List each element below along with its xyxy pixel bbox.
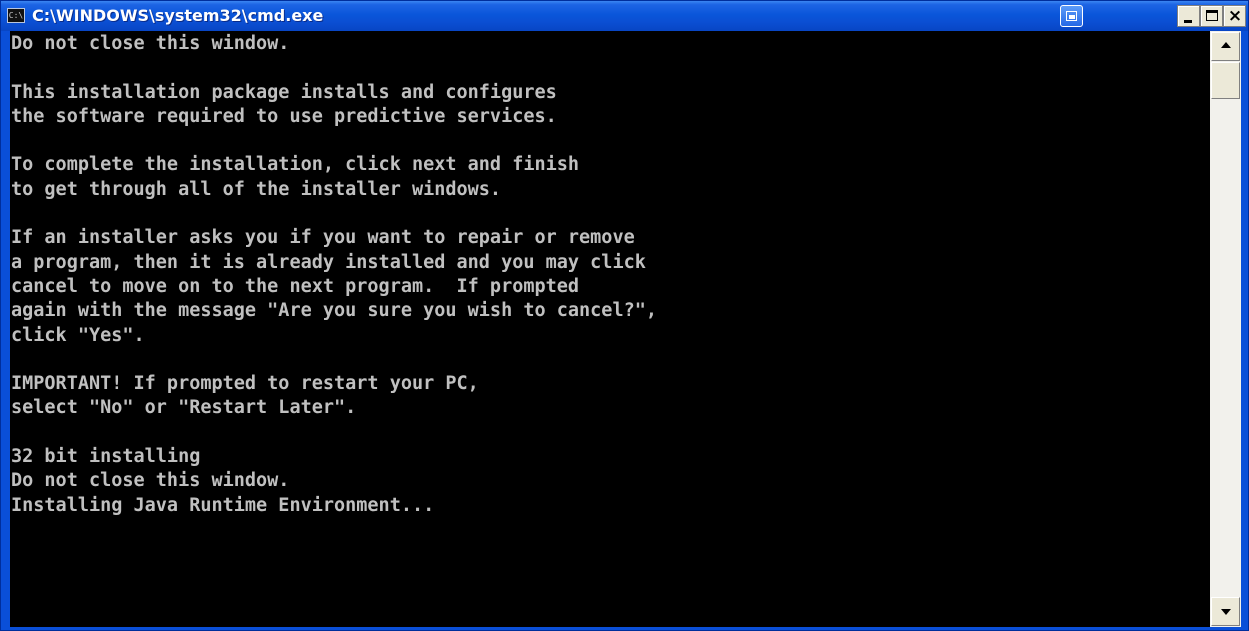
console-line: 32 bit installing xyxy=(11,446,201,468)
console-output-area[interactable]: Do not close this window. This installat… xyxy=(10,31,1210,627)
minimize-icon xyxy=(1184,20,1192,23)
console-line: cancel to move on to the next program. I… xyxy=(11,275,580,297)
cmd-window: C:\ C:\WINDOWS\system32\cmd.exe × Do not… xyxy=(0,0,1249,631)
console-line: To complete the installation, click next… xyxy=(11,154,580,176)
close-icon: × xyxy=(1227,6,1243,26)
console-line: the software required to use predictive … xyxy=(11,105,557,127)
window-extra-icon-inner xyxy=(1069,15,1075,19)
scroll-down-button[interactable] xyxy=(1211,597,1240,626)
console-app-icon[interactable]: C:\ xyxy=(7,8,25,23)
maximize-button[interactable] xyxy=(1200,5,1223,27)
console-output-text: Do not close this window. This installat… xyxy=(10,31,1210,518)
scroll-down-arrow-icon xyxy=(1221,609,1231,615)
maximize-icon xyxy=(1206,10,1218,21)
title-bar[interactable]: C:\ C:\WINDOWS\system32\cmd.exe × xyxy=(1,1,1248,31)
console-line: Do not close this window. xyxy=(11,470,290,492)
console-line: to get through all of the installer wind… xyxy=(11,178,502,200)
vertical-scrollbar[interactable] xyxy=(1210,31,1241,627)
window-title: C:\WINDOWS\system32\cmd.exe xyxy=(32,6,324,25)
console-line: This installation package installs and c… xyxy=(11,81,557,103)
console-line: IMPORTANT! If prompted to restart your P… xyxy=(11,373,479,395)
scroll-thumb[interactable] xyxy=(1211,62,1240,99)
console-line: click "Yes". xyxy=(11,324,145,346)
scroll-up-arrow-icon xyxy=(1221,42,1231,48)
console-line: Do not close this window. xyxy=(11,33,290,54)
console-line: Installing Java Runtime Environment... xyxy=(11,494,435,516)
console-line: again with the message "Are you sure you… xyxy=(11,300,658,322)
console-line: a program, then it is already installed … xyxy=(11,251,646,273)
window-extra-button[interactable] xyxy=(1060,5,1083,27)
console-line: If an installer asks you if you want to … xyxy=(11,227,635,249)
minimize-button[interactable] xyxy=(1177,5,1200,27)
console-line: select "No" or "Restart Later". xyxy=(11,397,357,419)
scroll-up-button[interactable] xyxy=(1211,32,1240,61)
close-button[interactable]: × xyxy=(1223,5,1246,27)
